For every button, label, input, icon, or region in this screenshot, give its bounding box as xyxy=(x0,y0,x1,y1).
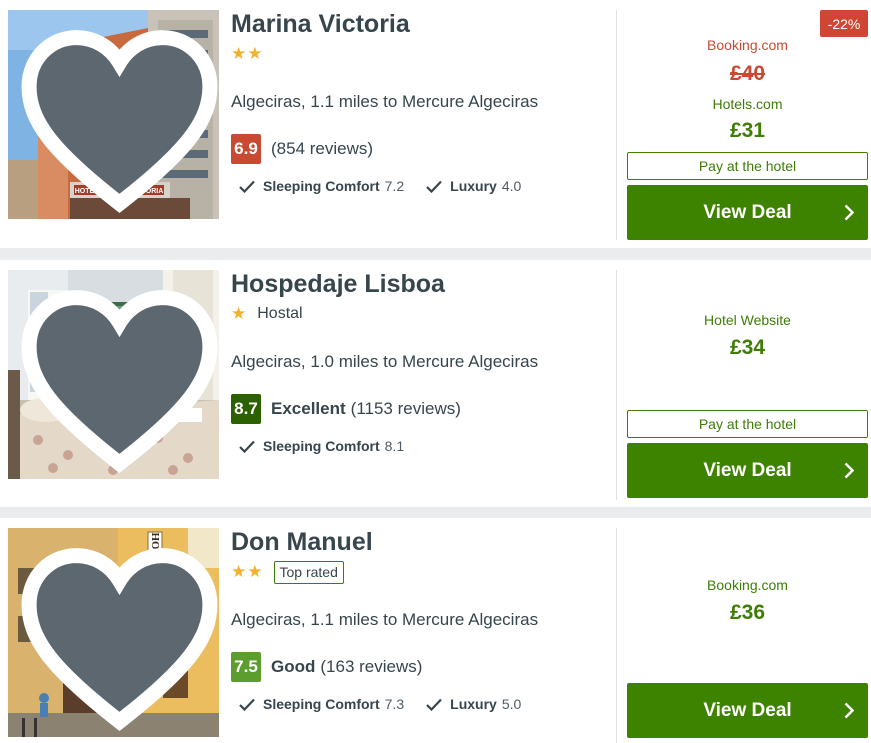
score-badge: 8.7 xyxy=(231,394,261,424)
score-label: Excellent xyxy=(271,399,346,418)
star-icon: ★ xyxy=(231,562,247,581)
star-icon: ★ xyxy=(231,44,247,63)
subrating-value: 5.0 xyxy=(501,696,522,712)
top-rated-badge: Top rated xyxy=(273,560,344,584)
chevron-right-icon xyxy=(844,702,854,719)
deal-price[interactable]: £34 xyxy=(627,336,868,360)
star-icon: ★ xyxy=(231,304,247,323)
favorite-heart-icon[interactable] xyxy=(14,534,219,737)
deal-price[interactable]: £36 xyxy=(627,601,868,625)
star-icon: ★ xyxy=(247,562,263,581)
hotel-name[interactable]: Marina Victoria xyxy=(231,10,410,39)
subrating-sleeping-comfort: Sleeping Comfort 8.1 xyxy=(239,438,404,454)
subrating-name: Sleeping Comfort xyxy=(263,438,380,454)
subrating-value: 4.0 xyxy=(501,178,522,194)
score-badge: 7.5 xyxy=(231,652,261,682)
deal-provider[interactable]: Booking.com xyxy=(627,577,868,593)
subrating-name: Luxury xyxy=(450,178,497,194)
star-rating: ★ Hostal xyxy=(231,304,303,324)
subrating-sleeping-comfort: Sleeping Comfort 7.2 xyxy=(239,178,404,194)
check-icon xyxy=(239,698,255,711)
pay-at-hotel-badge: Pay at the hotel xyxy=(627,410,868,438)
discount-badge: -22% xyxy=(820,10,868,37)
hotel-location: Algeciras, 1.0 miles to Mercure Algecira… xyxy=(231,352,539,371)
hotel-image[interactable] xyxy=(8,270,219,479)
view-deal-label: View Deal xyxy=(703,459,792,481)
rating-row: 6.9 (854 reviews) xyxy=(231,134,373,164)
pay-at-hotel-badge: Pay at the hotel xyxy=(627,152,868,180)
star-rating: ★ ★ xyxy=(231,44,264,64)
original-provider[interactable]: Booking.com xyxy=(627,37,868,53)
subrating-value: 8.1 xyxy=(384,438,405,454)
hotel-card-marina-victoria: HOTEL MARINA VICTORIA Marina Victoria ★ … xyxy=(0,0,871,248)
review-count[interactable]: (163 reviews) xyxy=(320,657,422,677)
view-deal-button[interactable]: View Deal xyxy=(627,185,868,240)
divider xyxy=(616,270,617,500)
chevron-right-icon xyxy=(844,462,854,479)
score-label: Good xyxy=(271,657,316,676)
hotel-name[interactable]: Don Manuel xyxy=(231,528,373,557)
view-deal-button[interactable]: View Deal xyxy=(627,443,868,498)
rating-row: 8.7 Excellent (1153 reviews) xyxy=(231,394,461,424)
subrating-value: 7.3 xyxy=(384,696,405,712)
star-rating: ★ ★ Top rated xyxy=(231,560,344,584)
hotel-card-hospedaje-lisboa: Hospedaje Lisboa ★ Hostal Algeciras, 1.0… xyxy=(0,260,871,507)
deal-price[interactable]: £31 xyxy=(627,119,868,143)
original-price: £40 xyxy=(729,62,766,85)
divider xyxy=(616,528,617,743)
subratings: Sleeping Comfort 8.1 xyxy=(239,438,426,454)
deal-provider[interactable]: Hotel Website xyxy=(627,312,868,328)
hotel-location: Algeciras, 1.1 miles to Mercure Algecira… xyxy=(231,610,539,629)
check-icon xyxy=(426,698,442,711)
view-deal-label: View Deal xyxy=(703,201,792,223)
subratings: Sleeping Comfort 7.3 Luxury 5.0 xyxy=(239,696,543,712)
hotel-location: Algeciras, 1.1 miles to Mercure Algecira… xyxy=(231,92,539,111)
check-icon xyxy=(239,180,255,193)
check-icon xyxy=(239,440,255,453)
check-icon xyxy=(426,180,442,193)
hotel-name[interactable]: Hospedaje Lisboa xyxy=(231,270,445,299)
chevron-right-icon xyxy=(844,204,854,221)
subrating-sleeping-comfort: Sleeping Comfort 7.3 xyxy=(239,696,404,712)
view-deal-button[interactable]: View Deal xyxy=(627,683,868,738)
rating-row: 7.5 Good (163 reviews) xyxy=(231,652,422,682)
score-badge: 6.9 xyxy=(231,134,261,164)
subrating-value: 7.2 xyxy=(384,178,405,194)
view-deal-label: View Deal xyxy=(703,699,792,721)
hotel-image[interactable]: HOTEL MARINA VICTORIA xyxy=(8,10,219,219)
review-count[interactable]: (1153 reviews) xyxy=(351,399,461,419)
star-icon: ★ xyxy=(247,44,263,63)
subrating-name: Sleeping Comfort xyxy=(263,178,380,194)
favorite-heart-icon[interactable] xyxy=(14,276,219,479)
deal-provider[interactable]: Hotels.com xyxy=(627,96,868,112)
subrating-name: Sleeping Comfort xyxy=(263,696,380,712)
hotel-image[interactable]: HOTEL xyxy=(8,528,219,737)
favorite-heart-icon[interactable] xyxy=(14,16,219,219)
accommodation-type: Hostal xyxy=(257,305,303,322)
review-count[interactable]: (854 reviews) xyxy=(271,139,373,159)
subrating-luxury: Luxury 5.0 xyxy=(426,696,521,712)
subrating-luxury: Luxury 4.0 xyxy=(426,178,521,194)
subrating-name: Luxury xyxy=(450,696,497,712)
hotel-card-don-manuel: HOTEL Don Manuel ★ ★ Top rated Algeciras… xyxy=(0,518,871,743)
divider xyxy=(616,10,617,240)
subratings: Sleeping Comfort 7.2 Luxury 4.0 xyxy=(239,178,543,194)
